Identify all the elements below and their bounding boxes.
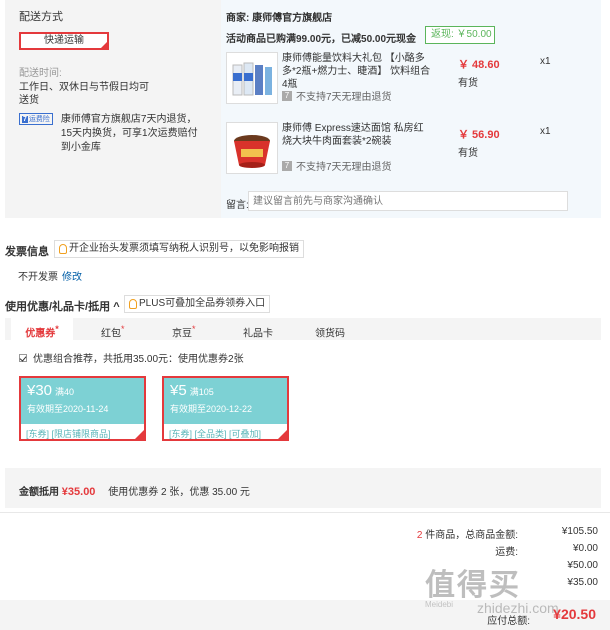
goods-amount: ¥105.50 bbox=[561, 526, 598, 537]
no-return-note: 7 不支持7天无理由退货 bbox=[282, 88, 392, 103]
coupon-panel: 优惠组合推荐，共抵用35.00元：使用优惠券2张 ¥30 满40 有效期至2020… bbox=[5, 340, 601, 468]
seller-name: 商家: 康师傅官方旗舰店 bbox=[226, 13, 333, 24]
invoice-title: 发票信息 bbox=[5, 246, 49, 258]
tab-redeem-code[interactable]: 领货码 bbox=[315, 318, 345, 340]
no-return-icon: 7 bbox=[282, 90, 292, 101]
product-name[interactable]: 康师傅 Express速达面馆 私房红烧大块牛肉面套装*2碗装 bbox=[282, 122, 432, 148]
coupon-amount: ¥5 满105 bbox=[170, 382, 214, 399]
coupon-head: ¥5 满105 有效期至2020-12-22 bbox=[164, 378, 287, 424]
product-qty: x1 bbox=[540, 126, 551, 137]
tab-red-packet[interactable]: 红包* bbox=[101, 318, 125, 340]
promo-text: 活动商品已购满99.00元，已减50.00元现金 bbox=[226, 34, 417, 45]
message-label: 留言: bbox=[226, 200, 249, 211]
product-price: ￥ 48.60 bbox=[458, 59, 500, 71]
product-qty: x1 bbox=[540, 56, 551, 67]
product-image[interactable] bbox=[226, 52, 278, 104]
shield-icon: 7 bbox=[22, 115, 28, 123]
coupon-card[interactable]: ¥30 满40 有效期至2020-11-24 [东券] [限店铺限商品] bbox=[19, 376, 146, 441]
coupon-summary: 金额抵用 ¥35.00 使用优惠券 2 张，优惠 35.00 元 bbox=[19, 486, 250, 498]
no-return-note: 7 不支持7天无理由退货 bbox=[282, 158, 392, 173]
coupon-summary-amount: ¥35.00 bbox=[61, 486, 96, 498]
product-price: ￥ 56.90 bbox=[458, 129, 500, 141]
coupon-card[interactable]: ¥5 满105 有效期至2020-12-22 [东券] [全品类] [可叠加] bbox=[162, 376, 289, 441]
stock-status: 有货 bbox=[458, 148, 478, 159]
express-shipping-option[interactable]: 快递运输 bbox=[19, 32, 109, 50]
invoice-value: 不开发票 修改 bbox=[18, 272, 82, 283]
watermark: 值得买 zhidezhi.com Meidebi bbox=[425, 560, 605, 620]
shipping-title: 配送方式 bbox=[19, 11, 63, 23]
coupon-expiry: 有效期至2020-11-24 bbox=[27, 404, 109, 414]
coupon-amount: ¥30 满40 bbox=[27, 382, 75, 399]
message-input[interactable] bbox=[248, 191, 568, 211]
watermark-tiny: Meidebi bbox=[425, 600, 454, 609]
coupon-section-title[interactable]: 使用优惠/礼品卡/抵用 ^ bbox=[5, 298, 120, 314]
product-image[interactable] bbox=[226, 122, 278, 174]
freight-insurance: 7 运费险 康师傅官方旗舰店7天内退货，15天内换货，可享1次运费赔付到小金库 bbox=[19, 113, 219, 155]
tab-gift-card[interactable]: 礼品卡 bbox=[243, 318, 273, 340]
invoice-tip: 开企业抬头发票须填写纳税人识别号，以免影响报销 bbox=[54, 240, 304, 258]
coupon-expiry: 有效期至2020-12-22 bbox=[170, 404, 253, 414]
shop-panel: 商家: 康师傅官方旗舰店 活动商品已购满99.00元，已减50.00元现金 返现… bbox=[221, 0, 601, 218]
no-return-icon: 7 bbox=[282, 160, 292, 171]
product-name[interactable]: 康师傅能量饮料大礼包 【小酪多多*2瓶+燃力士、睫酒】 饮料组合4瓶 bbox=[282, 52, 432, 91]
watermark-domain: zhidezhi.com bbox=[477, 600, 559, 616]
invoice-edit-link[interactable]: 修改 bbox=[62, 272, 82, 283]
shipping-panel: 配送方式 快递运输 配送时间: 工作日、双休日与节假日均可 送货 7 运费险 康师… bbox=[19, 8, 219, 155]
chevron-up-icon[interactable]: ^ bbox=[113, 301, 119, 313]
total-goods-row: 2 件商品，总商品金额: ¥105.50 bbox=[416, 526, 598, 541]
freight-insurance-text: 康师傅官方旗舰店7天内退货，15天内换货，可享1次运费赔付到小金库 bbox=[60, 114, 198, 153]
coupon-tabs: 优惠券* 红包* 京豆* 礼品卡 领货码 bbox=[5, 318, 601, 340]
product-item: 康师傅 Express速达面馆 私房红烧大块牛肉面套装*2碗装 ￥ 56.90 … bbox=[226, 122, 598, 178]
freight-label: 运费: bbox=[495, 547, 518, 558]
coupon-tags: [东券] [限店铺限商品] bbox=[26, 429, 111, 439]
product-item: 康师傅能量饮料大礼包 【小酪多多*2瓶+燃力士、睫酒】 饮料组合4瓶 ￥ 48.… bbox=[226, 52, 598, 108]
delivery-time-text: 工作日、双休日与节假日均可 送货 bbox=[19, 82, 149, 106]
stock-status: 有货 bbox=[458, 78, 478, 89]
checkbox-icon[interactable] bbox=[19, 353, 27, 362]
combo-recommend-checkbox[interactable]: 优惠组合推荐，共抵用35.00元：使用优惠券2张 bbox=[19, 350, 244, 365]
coupon-summary-desc: 使用优惠券 2 张，优惠 35.00 元 bbox=[108, 487, 250, 498]
divider bbox=[0, 512, 610, 513]
freight-amount: ¥0.00 bbox=[572, 543, 598, 554]
plus-coupon-tip[interactable]: PLUS可叠加全品券领券入口 bbox=[124, 295, 271, 313]
coupon-box: 优惠券* 红包* 京豆* 礼品卡 领货码 优惠组合推荐，共抵用35.00元：使用… bbox=[5, 318, 601, 508]
coupon-tags: [东券] [全品类] [可叠加] bbox=[169, 429, 262, 439]
tab-jingdou[interactable]: 京豆* bbox=[172, 318, 196, 340]
freight-row: 运费: ¥0.00 bbox=[360, 543, 598, 558]
watermark-logo: 值得买 bbox=[425, 569, 521, 602]
cashback-badge: 返现: ￥50.00 bbox=[425, 26, 495, 44]
freight-insurance-badge: 7 运费险 bbox=[19, 113, 53, 125]
delivery-time-label: 配送时间: bbox=[19, 68, 62, 79]
tab-coupons[interactable]: 优惠券* bbox=[11, 318, 73, 340]
coupon-head: ¥30 满40 有效期至2020-11-24 bbox=[21, 378, 144, 424]
